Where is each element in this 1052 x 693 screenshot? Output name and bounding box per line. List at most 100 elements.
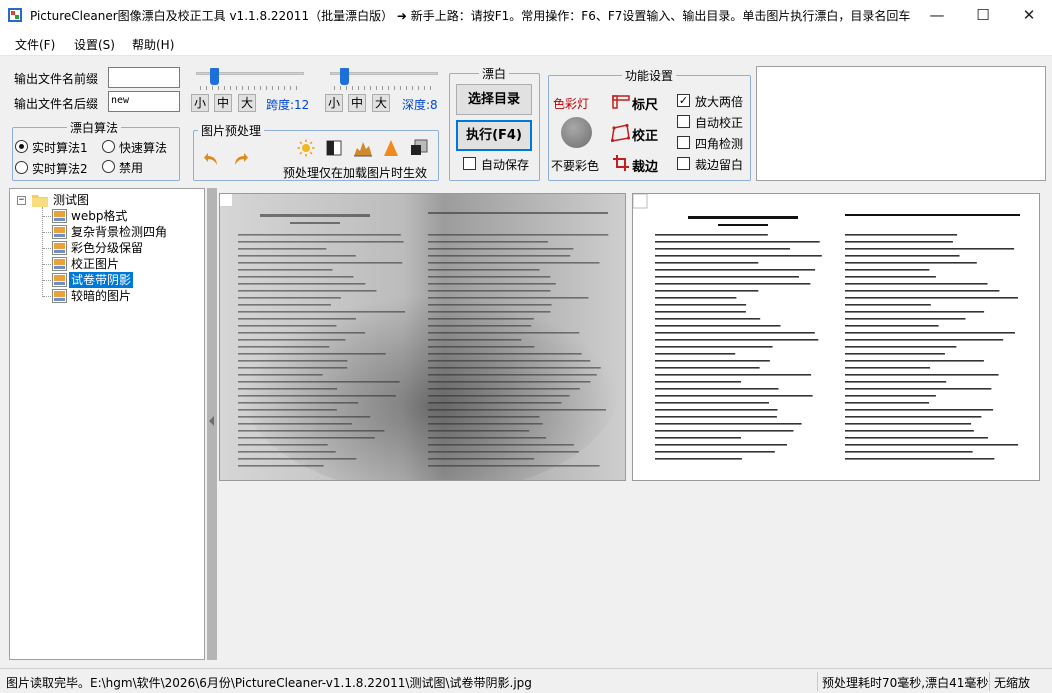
processed-image[interactable] bbox=[632, 193, 1040, 481]
enlarge-2x-checkbox-box[interactable]: ✓ bbox=[677, 94, 690, 107]
algorithm-disabled-label: 禁用 bbox=[119, 161, 144, 175]
preview-panel bbox=[756, 66, 1046, 181]
ruler-icon[interactable] bbox=[612, 93, 630, 109]
no-color-label: 不要彩色 bbox=[551, 159, 600, 173]
select-directory-button[interactable]: 选择目录 bbox=[456, 84, 532, 115]
depth-slider-ticks bbox=[334, 86, 436, 90]
tree-guide-line bbox=[43, 216, 51, 217]
app-icon bbox=[8, 8, 22, 22]
depth-slider[interactable] bbox=[326, 66, 442, 92]
ruler-label[interactable]: 标尺 bbox=[632, 94, 658, 113]
original-image-render bbox=[220, 194, 625, 480]
close-button[interactable]: ✕ bbox=[1006, 0, 1052, 30]
tree-item-label[interactable]: 较暗的图片 bbox=[69, 288, 133, 304]
algorithm-fast-label: 快速算法 bbox=[119, 141, 168, 155]
algorithm-disabled-radio[interactable]: 禁用 bbox=[102, 159, 177, 175]
preprocess-note: 预处理仅在加载图片时生效 bbox=[283, 166, 428, 180]
status-timing: 预处理耗时70毫秒,漂白41毫秒 bbox=[822, 676, 989, 690]
tree-guide-line bbox=[43, 248, 51, 249]
menu-help[interactable]: 帮助(H) bbox=[132, 36, 174, 53]
execute-button[interactable]: 执行(F4) bbox=[456, 120, 532, 151]
algorithm-realtime2-radio[interactable]: 实时算法2 bbox=[15, 160, 105, 176]
algorithm-realtime1-radio-dot[interactable] bbox=[15, 140, 28, 153]
correct-label[interactable]: 校正 bbox=[632, 125, 658, 144]
levels-icon[interactable] bbox=[353, 139, 373, 157]
algorithm-fast-radio[interactable]: 快速算法 bbox=[102, 139, 177, 155]
autosave-checkbox[interactable]: 自动保存 bbox=[463, 156, 538, 172]
contrast-icon[interactable] bbox=[326, 140, 342, 156]
undo-icon[interactable] bbox=[203, 150, 221, 168]
algorithm-fast-radio-dot[interactable] bbox=[102, 140, 115, 153]
span-value: 跨度:12 bbox=[266, 98, 310, 112]
algorithm-disabled-radio-dot[interactable] bbox=[102, 160, 115, 173]
splitter-handle[interactable] bbox=[207, 188, 217, 660]
crop-edge-label[interactable]: 裁边 bbox=[632, 156, 658, 175]
image-file-icon bbox=[52, 209, 67, 223]
corner-detect-checkbox-box[interactable] bbox=[677, 136, 690, 149]
corner-detect-label: 四角检测 bbox=[695, 137, 744, 151]
algorithm-group-title: 漂白算法 bbox=[67, 119, 122, 136]
crop-edge-icon[interactable] bbox=[613, 155, 629, 171]
folder-tree[interactable]: − 测试图 webp格式 复杂背景检测四角 彩色分级保留 校正图片 试卷带阴影 较暗的图片 bbox=[9, 188, 205, 660]
title-bar: PictureCleaner图像漂白及校正工具 v1.1.8.22011（批量漂… bbox=[0, 0, 1052, 30]
brightness-icon[interactable] bbox=[297, 139, 315, 157]
menu-bar: 文件(F) 设置(S) 帮助(H) bbox=[0, 30, 1052, 56]
redo-icon[interactable] bbox=[231, 150, 249, 168]
splitter-arrow-icon[interactable] bbox=[209, 416, 214, 426]
auto-correct-label: 自动校正 bbox=[695, 116, 744, 130]
crop-margin-checkbox-box[interactable] bbox=[677, 157, 690, 170]
corner-detect-checkbox[interactable]: 四角检测 bbox=[677, 135, 749, 151]
tree-item-label[interactable]: webp格式 bbox=[69, 208, 129, 224]
autosave-checkbox-box[interactable] bbox=[463, 157, 476, 170]
suffix-input[interactable]: new bbox=[108, 91, 180, 112]
tree-root-label[interactable]: 测试图 bbox=[51, 192, 91, 208]
depth-medium-button[interactable]: 中 bbox=[348, 94, 366, 112]
processed-image-render bbox=[633, 194, 1039, 480]
maximize-button[interactable]: ☐ bbox=[960, 0, 1006, 30]
image-file-icon bbox=[52, 289, 67, 303]
image-file-icon bbox=[52, 241, 67, 255]
auto-correct-checkbox[interactable]: 自动校正 bbox=[677, 114, 749, 130]
algorithm-realtime2-label: 实时算法2 bbox=[32, 162, 88, 176]
tree-guide-line bbox=[43, 264, 51, 265]
prefix-input[interactable] bbox=[108, 67, 180, 88]
tree-collapse-toggle[interactable]: − bbox=[17, 196, 26, 205]
depth-slider-thumb[interactable] bbox=[340, 68, 350, 85]
depth-value: 深度:8 bbox=[402, 98, 438, 112]
status-zoom: 无缩放 bbox=[994, 676, 1031, 690]
function-group-title: 功能设置 bbox=[622, 67, 677, 84]
prefix-label: 输出文件名前缀 bbox=[14, 72, 99, 86]
crop-icon[interactable] bbox=[410, 139, 428, 157]
auto-correct-checkbox-box[interactable] bbox=[677, 115, 690, 128]
status-separator bbox=[989, 672, 990, 691]
span-slider[interactable] bbox=[192, 66, 308, 92]
correct-icon[interactable] bbox=[611, 124, 630, 142]
sharpen-icon[interactable] bbox=[382, 139, 400, 157]
image-file-icon bbox=[52, 225, 67, 239]
span-slider-thumb[interactable] bbox=[210, 68, 220, 85]
algorithm-realtime2-radio-dot[interactable] bbox=[15, 161, 28, 174]
tree-guide-line bbox=[43, 280, 51, 281]
tree-item-label[interactable]: 校正图片 bbox=[69, 256, 121, 272]
status-message: 图片读取完毕。E:\hgm\软件\2026\6月份\PictureCleaner… bbox=[6, 676, 532, 690]
menu-file[interactable]: 文件(F) bbox=[15, 36, 55, 53]
depth-small-button[interactable]: 小 bbox=[325, 94, 343, 112]
enlarge-2x-label: 放大两倍 bbox=[695, 95, 744, 109]
original-image[interactable] bbox=[219, 193, 626, 481]
algorithm-realtime1-radio[interactable]: 实时算法1 bbox=[15, 139, 105, 155]
tree-item-label[interactable]: 彩色分级保留 bbox=[69, 240, 145, 256]
span-large-button[interactable]: 大 bbox=[238, 94, 256, 112]
menu-settings[interactable]: 设置(S) bbox=[74, 36, 115, 53]
tree-item-label[interactable]: 试卷带阴影 bbox=[69, 272, 134, 288]
crop-margin-checkbox[interactable]: 裁边留白 bbox=[677, 156, 749, 172]
crop-margin-label: 裁边留白 bbox=[695, 158, 744, 172]
enlarge-2x-checkbox[interactable]: ✓ 放大两倍 bbox=[677, 93, 749, 109]
tree-item-label[interactable]: 复杂背景检测四角 bbox=[69, 224, 169, 240]
status-bar: 图片读取完毕。E:\hgm\软件\2026\6月份\PictureCleaner… bbox=[0, 668, 1052, 693]
span-medium-button[interactable]: 中 bbox=[214, 94, 232, 112]
suffix-label: 输出文件名后缀 bbox=[14, 97, 99, 111]
bleach-group-title: 漂白 bbox=[479, 65, 510, 82]
span-small-button[interactable]: 小 bbox=[191, 94, 209, 112]
minimize-button[interactable]: — bbox=[914, 0, 960, 30]
depth-large-button[interactable]: 大 bbox=[372, 94, 390, 112]
